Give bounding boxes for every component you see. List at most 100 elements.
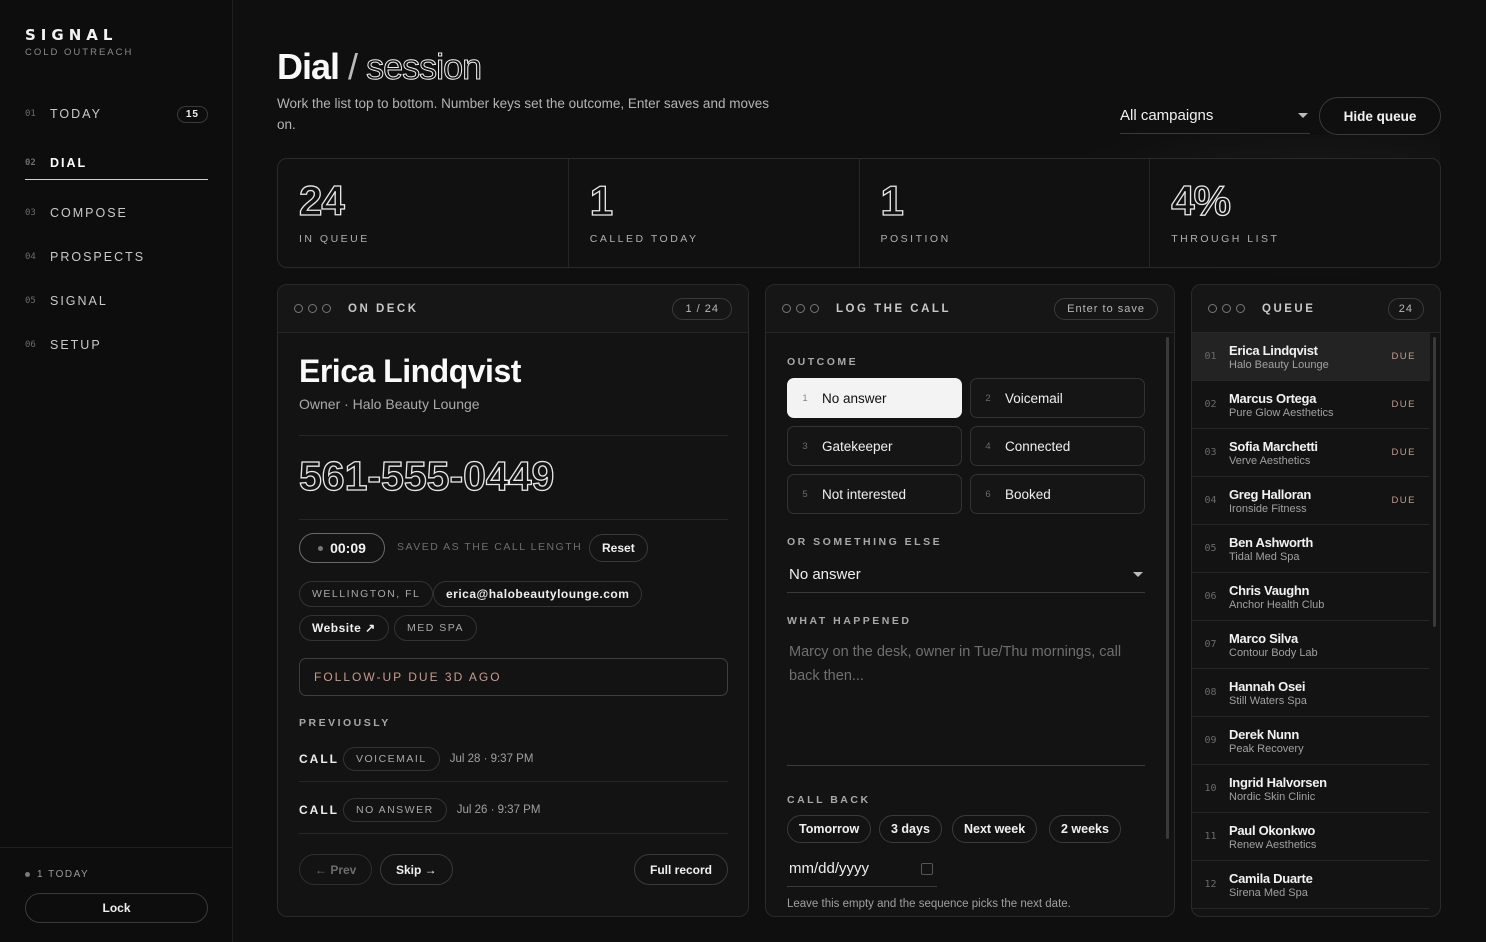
sidebar-item-dial[interactable]: 02 DIAL — [25, 147, 208, 180]
outcome-not-interested[interactable]: 5 Not interested — [787, 474, 962, 514]
callback-date-input[interactable]: mm/dd/yyyy — [787, 851, 937, 887]
queue-item-text: Greg Halloran Ironside Fitness — [1229, 487, 1311, 515]
queue-item-business: Halo Beauty Lounge — [1229, 358, 1329, 371]
call-timer[interactable]: 00:09 — [299, 533, 385, 563]
campaign-select-value: All campaigns — [1120, 107, 1214, 124]
nav-number: 05 — [25, 296, 36, 306]
callback-next-week-button[interactable]: Next week — [952, 815, 1038, 843]
nav-number: 01 — [25, 109, 36, 119]
outcome-voicemail[interactable]: 2 Voicemail — [970, 378, 1145, 418]
full-record-button[interactable]: Full record — [634, 854, 729, 885]
status-dot-icon — [25, 872, 30, 877]
stat-value: 1 — [880, 177, 905, 224]
stat-value: 1 — [589, 177, 614, 224]
queue-scrollbar[interactable] — [1433, 337, 1436, 627]
queue-item[interactable]: 01 Erica Lindqvist Halo Beauty Lounge DUE — [1192, 333, 1430, 381]
sidebar-item-compose[interactable]: 03 COMPOSE — [25, 191, 208, 235]
window-dots-icon — [782, 304, 819, 313]
queue-item-text: Marco Silva Contour Body Lab — [1229, 631, 1318, 659]
queue-item[interactable]: 06 Chris Vaughn Anchor Health Club — [1192, 573, 1430, 621]
outcome-select[interactable]: No answer — [787, 557, 1145, 593]
campaign-select[interactable]: All campaigns — [1120, 98, 1310, 134]
divider — [299, 435, 728, 436]
today-status-label: 1 TODAY — [37, 869, 90, 880]
outcome-no-answer[interactable]: 1 No answer — [787, 378, 962, 418]
queue-item-business: Sirena Med Spa — [1229, 886, 1308, 899]
stat-called-today: 1 CALLED TODAY — [569, 159, 860, 267]
queue-item-due-badge: DUE — [1391, 351, 1416, 362]
prev-button[interactable]: ← Prev — [299, 854, 373, 885]
lock-button[interactable]: Lock — [25, 893, 208, 923]
outcome-key: 5 — [802, 488, 808, 500]
date-placeholder: mm/dd/yyyy — [789, 860, 870, 877]
queue-item-number: 05 — [1204, 543, 1217, 554]
hide-queue-button[interactable]: Hide queue — [1319, 97, 1441, 135]
history-date: Jul 28 · 9:37 PM — [449, 753, 534, 765]
divider — [299, 833, 728, 834]
queue-item-business: Pure Glow Aesthetics — [1229, 406, 1334, 419]
queue-item[interactable]: 10 Ingrid Halvorsen Nordic Skin Clinic — [1192, 765, 1430, 813]
queue-item[interactable]: 08 Hannah Osei Still Waters Spa — [1192, 669, 1430, 717]
phone-number[interactable]: 561-555-0449 — [298, 452, 555, 500]
email-chip[interactable]: erica@halobeautylounge.com — [433, 581, 643, 607]
call-back-label: CALL BACK — [787, 794, 871, 806]
queue-item-text: Sofia Marchetti Verve Aesthetics — [1229, 439, 1318, 467]
queue-item[interactable]: 03 Sofia Marchetti Verve Aesthetics DUE — [1192, 429, 1430, 477]
queue-item[interactable]: 02 Marcus Ortega Pure Glow Aesthetics DUE — [1192, 381, 1430, 429]
queue-item-business: Anchor Health Club — [1229, 598, 1325, 611]
history-date: Jul 26 · 9:37 PM — [456, 804, 541, 816]
outcome-booked[interactable]: 6 Booked — [970, 474, 1145, 514]
position-counter: 1 / 24 — [672, 297, 732, 320]
calendar-icon[interactable] — [921, 862, 933, 875]
queue-item[interactable]: 07 Marco Silva Contour Body Lab — [1192, 621, 1430, 669]
stat-value: 24 — [298, 177, 345, 224]
callback-tomorrow-button[interactable]: Tomorrow — [787, 815, 872, 843]
queue-item[interactable]: 05 Ben Ashworth Tidal Med Spa — [1192, 525, 1430, 573]
queue-item[interactable]: 04 Greg Halloran Ironside Fitness DUE — [1192, 477, 1430, 525]
today-status: 1 TODAY — [25, 869, 89, 880]
outcome-gatekeeper[interactable]: 3 Gatekeeper — [787, 426, 962, 466]
sidebar-item-setup[interactable]: 06 SETUP — [25, 323, 208, 367]
sidebar-item-today[interactable]: 01 TODAY 15 — [25, 92, 208, 136]
sidebar-nav: 01 TODAY 15 02 DIAL 03 COMPOSE 04 PROSPE… — [25, 92, 208, 367]
queue-item[interactable]: 11 Paul Okonkwo Renew Aesthetics — [1192, 813, 1430, 861]
notes-textarea[interactable]: Marcy on the desk, owner in Tue/Thu morn… — [787, 640, 1145, 766]
contact-role: Owner · Halo Beauty Lounge — [299, 396, 480, 412]
sidebar-item-signal[interactable]: 05 SIGNAL — [25, 279, 208, 323]
queue-item[interactable]: 12 Camila Duarte Sirena Med Spa — [1192, 861, 1430, 909]
queue-item-name: Chris Vaughn — [1229, 582, 1310, 598]
callback-2-weeks-button[interactable]: 2 weeks — [1049, 815, 1121, 843]
queue-item-text: Camila Duarte Sirena Med Spa — [1229, 871, 1313, 899]
queue-item-text: Hannah Osei Still Waters Spa — [1229, 679, 1307, 707]
nav-label: PROSPECTS — [50, 250, 146, 264]
queue-item-name: Derek Nunn — [1229, 726, 1299, 742]
stat-value: 4% — [1171, 177, 1232, 224]
reset-timer-button[interactable]: Reset — [589, 534, 648, 562]
divider — [299, 781, 728, 782]
queue-item-name: Ben Ashworth — [1229, 534, 1314, 550]
queue-item-name: Hannah Osei — [1229, 678, 1306, 694]
nav-number: 04 — [25, 252, 36, 262]
stat-label: CALLED TODAY — [589, 233, 699, 245]
history-result: VOICEMAIL — [343, 747, 440, 771]
what-happened-label: WHAT HAPPENED — [787, 615, 912, 627]
category-chip: MED SPA — [394, 615, 477, 641]
queue-item-number: 08 — [1204, 687, 1217, 698]
enter-to-save-hint: Enter to save — [1054, 297, 1158, 320]
sidebar-item-prospects[interactable]: 04 PROSPECTS — [25, 235, 208, 279]
queue-panel: QUEUE 24 01 Erica Lindqvist Halo Beauty Lo… — [1191, 284, 1441, 917]
outcome-connected[interactable]: 4 Connected — [970, 426, 1145, 466]
website-link[interactable]: Website ↗ — [299, 615, 389, 641]
log-call-panel: LOG THE CALL Enter to save OUTCOME 1 No … — [765, 284, 1175, 917]
caret-down-icon — [1298, 113, 1308, 118]
nav-label: SIGNAL — [50, 294, 108, 308]
queue-item-name: Marcus Ortega — [1229, 390, 1317, 406]
previously-label: PREVIOUSLY — [299, 717, 391, 729]
skip-button[interactable]: Skip → — [380, 854, 453, 885]
outcome-select-value: No answer — [789, 566, 861, 583]
panel-scrollbar[interactable] — [1166, 337, 1169, 839]
outcome-label: No answer — [822, 390, 887, 406]
history-type: CALL — [299, 752, 339, 766]
queue-item[interactable]: 09 Derek Nunn Peak Recovery — [1192, 717, 1430, 765]
callback-3-days-button[interactable]: 3 days — [879, 815, 942, 843]
